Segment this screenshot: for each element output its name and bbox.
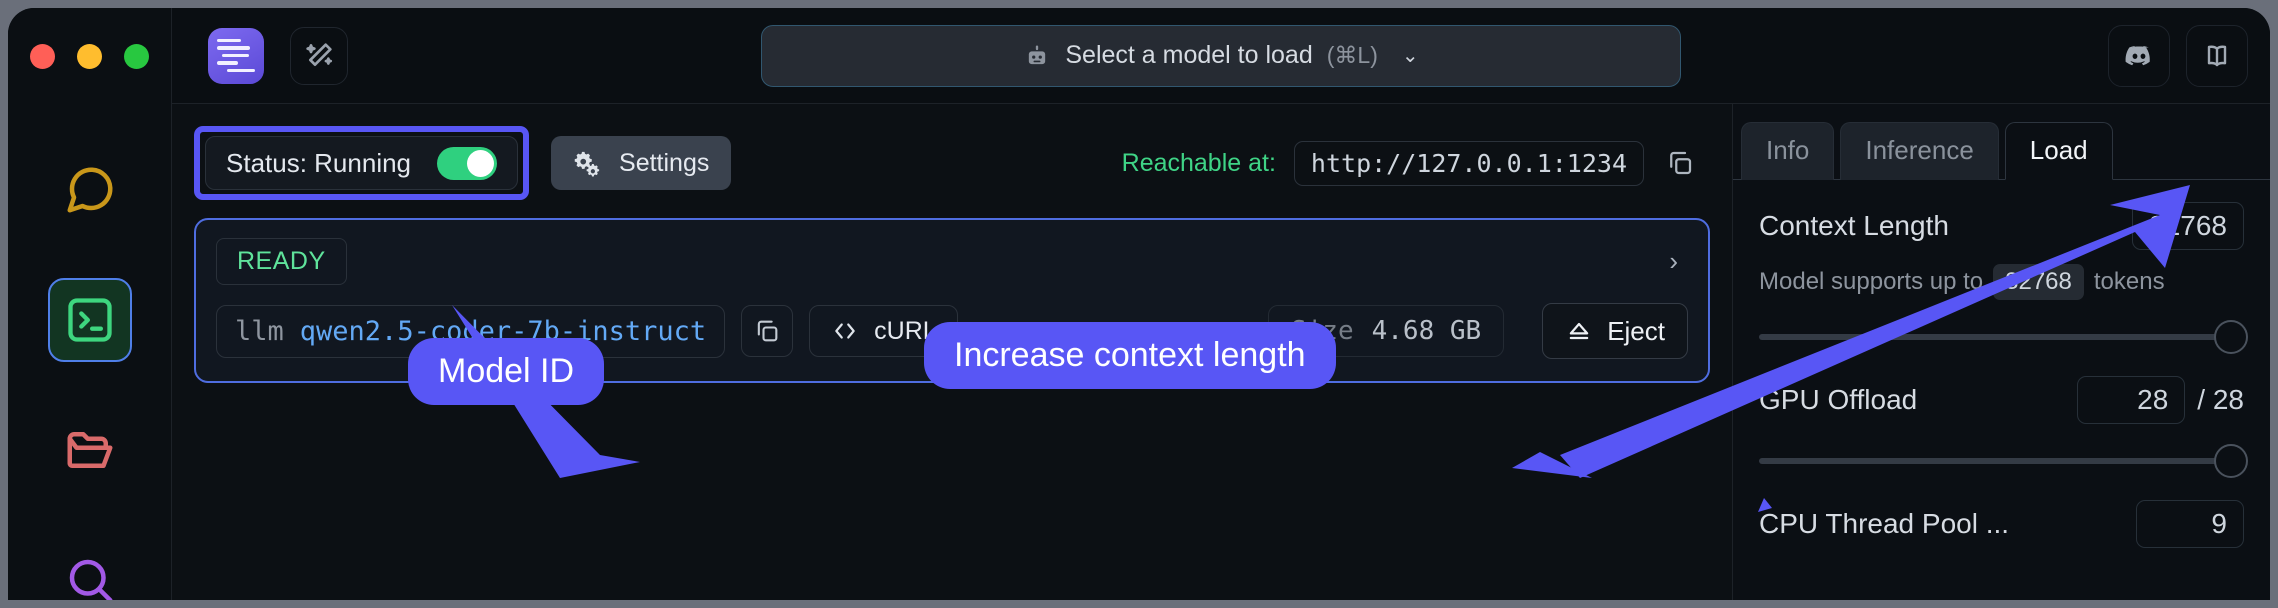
main-column: Select a model to load (⌘L) ⌄ Status: Ru… [172, 8, 2270, 600]
gpu-offload-slider[interactable] [1733, 442, 2270, 478]
discover-search-icon [69, 559, 112, 600]
copy-icon [1670, 151, 1692, 175]
model-status-badge: READY [216, 238, 347, 285]
chevron-down-icon[interactable]: ⌄ [1402, 43, 1419, 68]
tab-info[interactable]: Info [1741, 122, 1835, 180]
docs-book-icon [2207, 45, 2227, 66]
code-brackets-icon [835, 323, 855, 339]
slider-knob[interactable] [2214, 320, 2248, 354]
close-window-button[interactable] [30, 44, 55, 69]
gpu-offload-label: GPU Offload [1759, 384, 1918, 415]
server-status-control[interactable]: Status: Running [205, 136, 519, 190]
model-selector-shortcut: (⌘L) [1326, 42, 1378, 68]
docs-button[interactable] [2186, 24, 2248, 87]
my-models-folder-icon [67, 432, 112, 468]
top-bar-actions [2108, 24, 2248, 87]
panel-tabs: Info Inference Load [1733, 122, 2270, 180]
sidebar-item-developer[interactable] [47, 278, 132, 362]
gear-icon [574, 151, 600, 177]
window-traffic-lights [30, 44, 149, 69]
model-id-prefix: llm [235, 315, 284, 347]
context-length-hint-suffix: tokens [2093, 268, 2165, 295]
status-highlight-box: Status: Running [194, 126, 530, 200]
eject-label: Eject [1607, 315, 1665, 346]
discord-icon [2125, 45, 2150, 65]
discord-button[interactable] [2108, 24, 2170, 87]
reachable-at-label: Reachable at: [1121, 148, 1276, 177]
server-status-row: Status: Running Settings Reachable at: h… [194, 126, 1710, 200]
model-size-value: 4.68 GB [1371, 316, 1482, 346]
chat-icon [67, 167, 113, 213]
minimize-window-button[interactable] [77, 44, 102, 69]
copy-icon [757, 320, 778, 342]
cpu-thread-pool-input[interactable]: 9 [2136, 500, 2244, 548]
slider-knob[interactable] [2214, 444, 2248, 478]
app-window: Select a model to load (⌘L) ⌄ Status: Ru… [8, 8, 2270, 600]
robot-icon [1029, 45, 1046, 64]
server-power-toggle[interactable] [437, 146, 498, 180]
context-length-input[interactable]: 32768 [2132, 202, 2244, 250]
reachable-at-url[interactable]: http://127.0.0.1:1234 [1293, 140, 1644, 186]
gpu-offload-input[interactable]: 28 [2077, 376, 2186, 424]
sidebar-item-my-models[interactable] [48, 408, 132, 492]
sidebar-item-discover[interactable] [48, 538, 132, 600]
sidebar-nav [8, 148, 171, 600]
tab-inference[interactable]: Inference [1840, 122, 1999, 180]
context-length-hint: Model supports up to 32768 tokens [1733, 264, 2270, 300]
context-length-row: Context Length 32768 [1733, 202, 2270, 250]
left-sidebar [8, 8, 172, 600]
context-length-label: Context Length [1759, 210, 1949, 241]
context-length-hint-max: 32768 [1993, 264, 2084, 300]
reachable-at-group: Reachable at: http://127.0.0.1:1234 [1121, 140, 1710, 186]
lm-studio-logo [208, 27, 264, 84]
slider-track [1759, 458, 2218, 464]
right-settings-panel: Info Inference Load Context Length 32768… [1732, 104, 2270, 600]
context-length-hint-prefix: Model supports up to [1759, 268, 1984, 295]
maximize-window-button[interactable] [124, 44, 149, 69]
settings-label: Settings [619, 148, 710, 177]
magic-wand-button[interactable] [290, 26, 348, 85]
settings-button[interactable]: Settings [551, 136, 732, 190]
context-length-slider[interactable] [1733, 318, 2270, 354]
server-status-label: Status: Running [226, 147, 412, 178]
top-bar: Select a model to load (⌘L) ⌄ [172, 8, 2270, 104]
gpu-offload-row: GPU Offload 28 / 28 [1733, 376, 2270, 424]
cpu-thread-pool-row: CPU Thread Pool ... 9 [1733, 500, 2270, 548]
expand-chevron-icon[interactable]: › [1669, 246, 1688, 277]
sidebar-item-chat[interactable] [48, 148, 132, 232]
gpu-offload-max: / 28 [2197, 384, 2244, 415]
tab-load[interactable]: Load [2004, 122, 2113, 180]
annotation-increase-context-length: Increase context length [924, 322, 1336, 389]
copy-model-id-button[interactable] [741, 305, 794, 357]
copy-url-button[interactable] [1662, 145, 1698, 181]
model-card-header: READY › [216, 238, 1688, 285]
cpu-thread-pool-label: CPU Thread Pool ... [1759, 508, 2010, 539]
slider-track [1759, 334, 2218, 340]
developer-terminal-icon [67, 298, 112, 342]
eject-icon [1569, 322, 1589, 340]
model-selector-button[interactable]: Select a model to load (⌘L) ⌄ [761, 24, 1681, 87]
annotation-model-id: Model ID [408, 338, 605, 405]
magic-wand-icon [306, 42, 333, 66]
model-selector-label: Select a model to load [1065, 41, 1313, 69]
eject-button[interactable]: Eject [1542, 303, 1688, 359]
